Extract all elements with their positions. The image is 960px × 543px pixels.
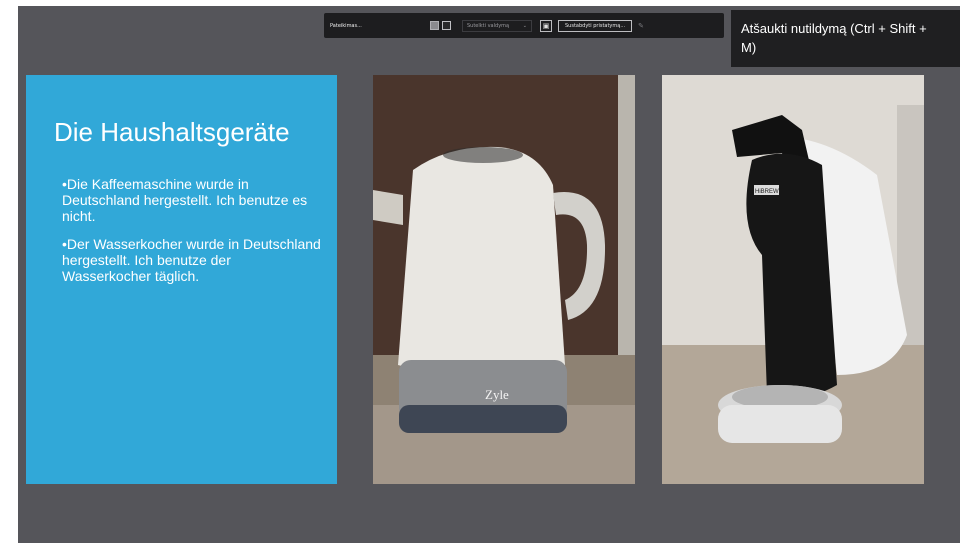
share-screen-icon[interactable]: ▣ xyxy=(540,19,552,32)
slide-bullets: •Die Kaffeemaschine wurde in Deutschland… xyxy=(54,176,323,284)
kettle-photo: Zyle xyxy=(373,75,635,484)
unmute-tooltip: Atšaukti nutildymą (Ctrl + Shift + M) xyxy=(731,10,960,67)
stop-presenting-button[interactable]: Sustabdyti pristatymą... xyxy=(558,19,633,32)
chevron-down-icon: ⌄ xyxy=(522,22,527,29)
focus-select[interactable]: Sutelkti valdymą ⌄ xyxy=(462,19,532,32)
window-icon[interactable] xyxy=(442,21,451,30)
bullet-item: •Die Kaffeemaschine wurde in Deutschland… xyxy=(62,176,308,224)
slide-title: Die Haushaltsgeräte xyxy=(54,117,290,147)
slide-text-panel: Die Haushaltsgeräte •Die Kaffeemaschine … xyxy=(26,75,337,484)
presenter-name: Pateikimas... xyxy=(330,22,362,29)
presentation-toolbar: Pateikimas... Sutelkti valdymą ⌄ ▣ Susta… xyxy=(324,13,724,38)
layout-icon[interactable] xyxy=(430,21,439,30)
coffee-machine-photo: HiBREW xyxy=(662,75,924,484)
pencil-icon[interactable]: ✎ xyxy=(638,22,644,30)
coffee-brand-label: HiBREW xyxy=(755,189,779,195)
kettle-brand-label: Zyle xyxy=(485,387,509,402)
bullet-item: •Der Wasserkocher wurde in Deutschland h… xyxy=(62,236,321,284)
